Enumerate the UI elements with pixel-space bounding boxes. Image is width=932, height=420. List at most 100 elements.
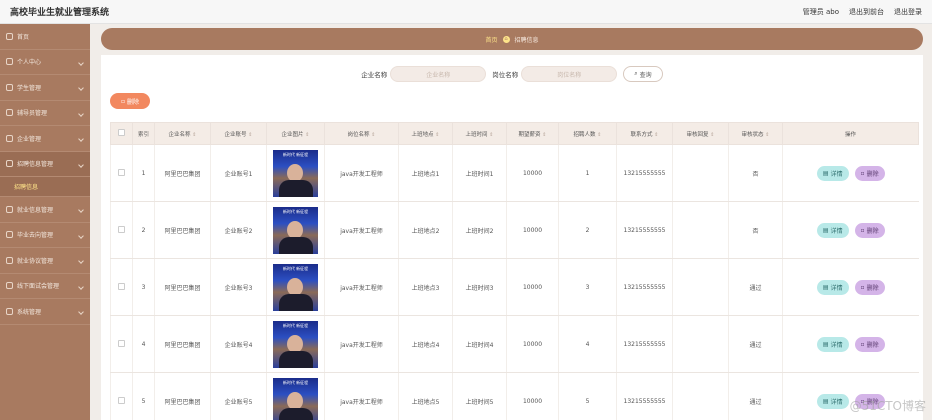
chevron-down-icon	[78, 232, 84, 239]
cell-image: 新时代 新征程	[266, 372, 325, 420]
row-checkbox[interactable]	[118, 396, 125, 404]
trash-icon: ▫	[120, 97, 126, 105]
column-header[interactable]: 审核回复 ⇕	[672, 122, 729, 145]
cell-actions: ▤ 详情 ▫ 删除	[782, 258, 919, 316]
chevron-down-icon	[78, 85, 84, 91]
sort-icon: ⇕	[489, 131, 494, 138]
chevron-down-icon	[78, 59, 84, 66]
chevron-down-icon	[78, 258, 84, 264]
company-image[interactable]: 新时代 新征程	[273, 263, 318, 311]
sidebar-subitem-recruitment-info[interactable]: 招聘信息	[0, 177, 90, 197]
column-header[interactable]: 联系方式 ⇕	[616, 122, 673, 145]
row-checkbox[interactable]	[118, 339, 125, 347]
sidebar-item-home[interactable]: 首页	[0, 24, 90, 50]
company-name-input[interactable]: 企业名称	[390, 66, 487, 82]
sidebar-item-label: 企业管理	[17, 135, 42, 143]
detail-button[interactable]: ▤ 详情	[816, 279, 849, 295]
column-header[interactable]: 岗位名称 ⇕	[324, 122, 399, 145]
sidebar-item-system[interactable]: 系统管理	[0, 299, 90, 325]
company-image[interactable]: 新时代 新征程	[273, 320, 318, 368]
bulk-delete-button[interactable]: ▫ 删除	[110, 93, 150, 109]
sidebar-item-students[interactable]: 学生管理	[0, 75, 90, 101]
delete-button[interactable]: ▫ 删除	[854, 279, 885, 295]
breadcrumb-home[interactable]: 首页	[485, 35, 497, 44]
column-header[interactable]: 招聘人数 ⇕	[558, 122, 617, 145]
trash-icon: ▫	[860, 226, 865, 234]
detail-button[interactable]: ▤ 详情	[816, 336, 849, 352]
column-header[interactable]: 企业账号 ⇕	[210, 122, 267, 145]
sidebar-item-label: 辅导员管理	[17, 110, 48, 118]
column-header[interactable]: 期望薪资 ⇕	[506, 122, 559, 145]
sidebar-item-companies[interactable]: 企业管理	[0, 126, 90, 152]
cell-account: 企业账号3	[210, 258, 267, 316]
search-button[interactable]: ⌕ 查询	[623, 66, 663, 82]
breadcrumb: 首页 ⌂ 招聘信息	[101, 28, 923, 50]
detail-button[interactable]: ▤ 详情	[816, 393, 849, 409]
counselor-icon	[6, 109, 13, 117]
sort-icon: ⇕	[435, 131, 440, 138]
cell-status: 通过	[728, 258, 783, 316]
delete-button[interactable]: ▫ 删除	[854, 165, 885, 181]
position-name-input[interactable]: 岗位名称	[521, 66, 618, 82]
sidebar-item-counselors[interactable]: 辅导员管理	[0, 101, 90, 126]
company-image[interactable]: 新时代 新征程	[273, 149, 318, 197]
cell-image: 新时代 新征程	[266, 201, 325, 259]
destination-icon	[6, 231, 13, 239]
sidebar-item-agreements[interactable]: 就业协议管理	[0, 248, 90, 274]
cell-location: 上班地点3	[398, 258, 453, 316]
table-row: 3 阿里巴巴集团 企业账号3 新时代 新征程 java开发工程师 上班地点3 上…	[110, 258, 919, 316]
cell-reply	[672, 315, 729, 373]
cell-reply	[672, 372, 729, 420]
cell-location: 上班地点1	[398, 144, 453, 202]
cell-status: 否	[728, 144, 783, 202]
sidebar-item-employment[interactable]: 就业信息管理	[0, 197, 90, 223]
cell-reply	[672, 144, 729, 202]
cell-contact: 13215555555	[616, 258, 673, 316]
select-all-checkbox[interactable]	[118, 129, 125, 136]
document-icon: ▤	[822, 340, 829, 348]
detail-button[interactable]: ▤ 详情	[816, 165, 849, 181]
row-checkbox[interactable]	[118, 282, 125, 290]
cell-index: 4	[132, 315, 155, 373]
row-checkbox[interactable]	[118, 225, 125, 233]
back-to-front-link[interactable]: 退出到前台	[849, 7, 884, 17]
company-image[interactable]: 新时代 新征程	[273, 206, 318, 254]
cell-location: 上班地点5	[398, 372, 453, 420]
column-header[interactable]: 企业名称 ⇕	[154, 122, 211, 145]
sort-icon: ⇕	[710, 131, 715, 138]
sidebar-item-recruitment[interactable]: 招聘信息管理	[0, 151, 90, 177]
cell-contact: 13215555555	[616, 315, 673, 373]
cell-count: 1	[558, 144, 617, 202]
delete-button[interactable]: ▫ 删除	[854, 336, 885, 352]
position-name-label: 岗位名称	[492, 71, 519, 79]
cell-time: 上班时间5	[452, 372, 507, 420]
select-all-header[interactable]	[110, 122, 133, 145]
logout-link[interactable]: 退出登录	[894, 7, 922, 17]
interview-icon	[6, 282, 13, 290]
column-header[interactable]: 企业图片 ⇕	[266, 122, 325, 145]
sort-icon: ⇕	[305, 131, 310, 138]
company-image[interactable]: 新时代 新征程	[273, 377, 318, 420]
column-header[interactable]: 上班地点 ⇕	[398, 122, 453, 145]
trash-icon: ▫	[860, 283, 865, 291]
row-checkbox[interactable]	[118, 168, 125, 176]
sidebar-item-destinations[interactable]: 毕业去向管理	[0, 223, 90, 248]
employment-icon	[6, 205, 13, 213]
sidebar-item-profile[interactable]: 个人中心	[0, 50, 90, 75]
column-header[interactable]: 审核状态 ⇕	[728, 122, 783, 145]
detail-button[interactable]: ▤ 详情	[816, 222, 849, 238]
trash-icon: ▫	[860, 340, 865, 348]
sort-icon: ⇕	[542, 131, 547, 138]
cell-time: 上班时间3	[452, 258, 507, 316]
home-icon: ⌂	[502, 35, 510, 43]
home-icon	[6, 32, 13, 40]
cell-account: 企业账号5	[210, 372, 267, 420]
cell-index: 5	[132, 372, 155, 420]
column-header[interactable]: 上班时间 ⇕	[452, 122, 507, 145]
cell-position: java开发工程师	[324, 201, 399, 259]
cell-company: 阿里巴巴集团	[154, 315, 211, 373]
delete-button[interactable]: ▫ 删除	[854, 222, 885, 238]
sidebar-item-label: 线下面试会管理	[17, 283, 60, 291]
cell-count: 4	[558, 315, 617, 373]
sidebar-item-interviews[interactable]: 线下面试会管理	[0, 274, 90, 299]
